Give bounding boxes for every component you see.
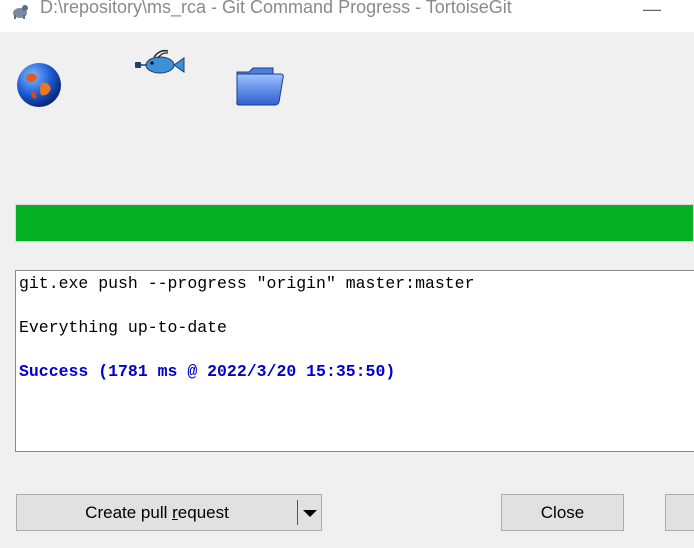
offscreen-button[interactable] (665, 494, 694, 531)
progress-bar (15, 204, 694, 242)
create-pull-request-split-button[interactable]: Create pull request (16, 494, 322, 531)
log-line-result: Everything up-to-date (19, 318, 227, 337)
tortoisegit-icon (13, 5, 28, 19)
minimize-button[interactable]: — (642, 0, 662, 20)
log-line-success: Success (1781 ms @ 2022/3/20 15:35:50) (19, 362, 396, 381)
flying-fish-icon (135, 49, 185, 74)
title-bar: D:\repository\ms_rca - Git Command Progr… (0, 0, 694, 32)
progress-animation (0, 32, 694, 182)
chevron-down-icon[interactable] (299, 495, 321, 530)
folder-icon (236, 67, 284, 106)
window-title: D:\repository\ms_rca - Git Command Progr… (40, 0, 512, 17)
close-button[interactable]: Close (501, 494, 624, 531)
output-log[interactable]: git.exe push --progress "origin" master:… (15, 270, 694, 452)
globe-icon (17, 63, 61, 107)
create-pull-request-button[interactable]: Create pull request (17, 495, 297, 530)
log-line-command: git.exe push --progress "origin" master:… (19, 274, 475, 293)
split-divider (297, 500, 298, 525)
